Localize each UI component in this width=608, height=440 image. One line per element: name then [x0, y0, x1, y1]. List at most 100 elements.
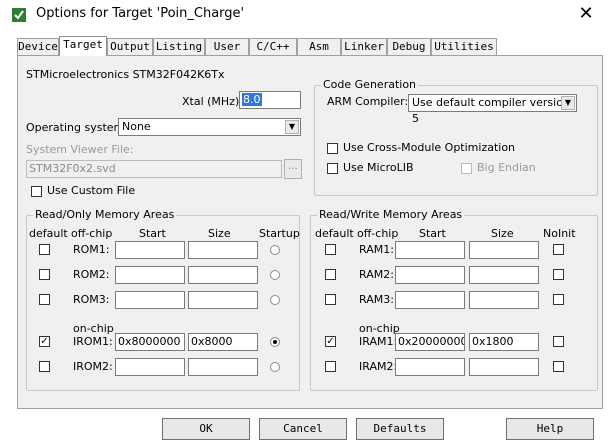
browse-button: ... [284, 159, 302, 179]
custom-file-checkbox[interactable] [31, 186, 42, 197]
ram-default-checkbox[interactable] [325, 294, 336, 305]
code-generation-title: Code Generation [321, 78, 419, 91]
rom-size-field[interactable] [188, 241, 258, 259]
ram-row-name: IRAM1: [359, 335, 398, 348]
ram-noinit-checkbox[interactable] [553, 269, 564, 280]
ok-button[interactable]: OK [162, 418, 250, 440]
ram-onchip-label: on-chip [359, 322, 400, 335]
rom-areas-title: Read/Only Memory Areas [33, 208, 177, 221]
cancel-button[interactable]: Cancel [259, 418, 347, 440]
ram-default-checkbox[interactable] [325, 269, 336, 280]
ram-start-field[interactable] [395, 241, 465, 259]
ram-size-field[interactable] [469, 291, 539, 309]
defaults-button[interactable]: Defaults [356, 418, 444, 440]
rom-startup-radio[interactable] [270, 295, 280, 305]
rom-size-field[interactable]: 0x8000 [188, 333, 258, 351]
ram-default-checkbox[interactable]: ✓ [325, 336, 336, 347]
rom-header-offchip: off-chip [71, 227, 113, 240]
ram-areas-title: Read/Write Memory Areas [317, 208, 465, 221]
ram-header-default: default [315, 227, 354, 240]
big-endian-label: Big Endian [477, 161, 536, 174]
device-name: STMicroelectronics STM32F042K6Tx [26, 68, 225, 81]
rom-default-checkbox[interactable]: ✓ [39, 336, 50, 347]
ram-size-field[interactable] [469, 241, 539, 259]
ram-default-checkbox[interactable] [325, 361, 336, 372]
rom-start-field[interactable] [115, 266, 185, 284]
ram-default-checkbox[interactable] [325, 244, 336, 255]
ram-start-field[interactable] [395, 291, 465, 309]
rom-start-field[interactable] [115, 291, 185, 309]
rom-default-checkbox[interactable] [39, 294, 50, 305]
ram-row-name: RAM1: [359, 243, 394, 256]
ram-header-offchip: off-chip [357, 227, 399, 240]
tab-debug[interactable]: Debug [387, 38, 431, 55]
help-button[interactable]: Help [506, 418, 594, 440]
microlib-checkbox[interactable] [327, 163, 338, 174]
compiler-value: Use default compiler version 5 [412, 96, 570, 125]
os-value: None [122, 120, 151, 133]
rom-row-name: ROM2: [73, 268, 110, 281]
tab-target[interactable]: Target [59, 36, 107, 56]
rom-header-startup: Startup [259, 227, 300, 240]
rom-row-name: ROM3: [73, 293, 110, 306]
rom-startup-radio[interactable] [270, 337, 280, 347]
ram-start-field[interactable] [395, 266, 465, 284]
rom-header-size: Size [208, 227, 231, 240]
tab-c-cpp[interactable]: C/C++ [249, 38, 297, 55]
sv-label: System Viewer File: [26, 143, 134, 156]
ram-header-size: Size [491, 227, 514, 240]
ram-header-start: Start [419, 227, 446, 240]
cross-module-checkbox[interactable] [327, 143, 338, 154]
chevron-down-icon: ▼ [285, 120, 299, 134]
rom-default-checkbox[interactable] [39, 269, 50, 280]
tab-device[interactable]: Device [17, 38, 59, 55]
ram-size-field[interactable]: 0x1800 [469, 333, 539, 351]
os-label: Operating system: [26, 121, 128, 134]
ram-row-name: RAM3: [359, 293, 394, 306]
rom-row-name: IROM2: [73, 360, 113, 373]
window-title: Options for Target 'Poin_Charge' [36, 6, 245, 21]
ram-size-field[interactable] [469, 266, 539, 284]
sv-field: STM32F0x2.svd [26, 160, 282, 178]
compiler-select[interactable]: Use default compiler version 5 ▼ [408, 94, 577, 125]
close-icon[interactable]: ✕ [574, 2, 598, 26]
target-tab-panel: STMicroelectronics STM32F042K6Tx Xtal (M… [17, 55, 603, 409]
xtal-label: Xtal (MHz): [182, 95, 243, 108]
ram-noinit-checkbox[interactable] [553, 294, 564, 305]
ram-start-field[interactable] [395, 358, 465, 376]
rom-start-field[interactable]: 0x8000000 [115, 333, 185, 351]
code-generation-group: Code Generation ARM Compiler: Use defaul… [314, 78, 598, 196]
rom-startup-radio[interactable] [270, 245, 280, 255]
tab-listing[interactable]: Listing [153, 38, 205, 55]
ram-start-field[interactable]: 0x20000000 [395, 333, 465, 351]
compiler-label: ARM Compiler: [327, 95, 409, 108]
rom-size-field[interactable] [188, 291, 258, 309]
tab-output[interactable]: Output [107, 38, 153, 55]
keil-app-icon [12, 8, 26, 22]
ram-noinit-checkbox[interactable] [553, 336, 564, 347]
tab-asm[interactable]: Asm [297, 38, 341, 55]
rom-size-field[interactable] [188, 358, 258, 376]
tab-utilities[interactable]: Utilities [431, 38, 497, 55]
rom-default-checkbox[interactable] [39, 244, 50, 255]
rom-startup-radio[interactable] [270, 362, 280, 372]
os-select[interactable]: None ▼ [118, 118, 301, 136]
rom-start-field[interactable] [115, 241, 185, 259]
rom-row-name: ROM1: [73, 243, 110, 256]
rom-header-default: default [29, 227, 68, 240]
rom-size-field[interactable] [188, 266, 258, 284]
big-endian-checkbox [461, 163, 472, 174]
title-bar: Options for Target 'Poin_Charge' ✕ [0, 0, 608, 30]
ram-size-field[interactable] [469, 358, 539, 376]
xtal-field[interactable]: 8.0 [239, 91, 301, 109]
cross-module-label: Use Cross-Module Optimization [343, 141, 516, 154]
rom-start-field[interactable] [115, 358, 185, 376]
ram-noinit-checkbox[interactable] [553, 361, 564, 372]
ram-noinit-checkbox[interactable] [553, 244, 564, 255]
rom-default-checkbox[interactable] [39, 361, 50, 372]
rom-startup-radio[interactable] [270, 270, 280, 280]
tab-linker[interactable]: Linker [341, 38, 387, 55]
rom-header-start: Start [139, 227, 166, 240]
rom-row-name: IROM1: [73, 335, 113, 348]
tab-user[interactable]: User [205, 38, 249, 55]
